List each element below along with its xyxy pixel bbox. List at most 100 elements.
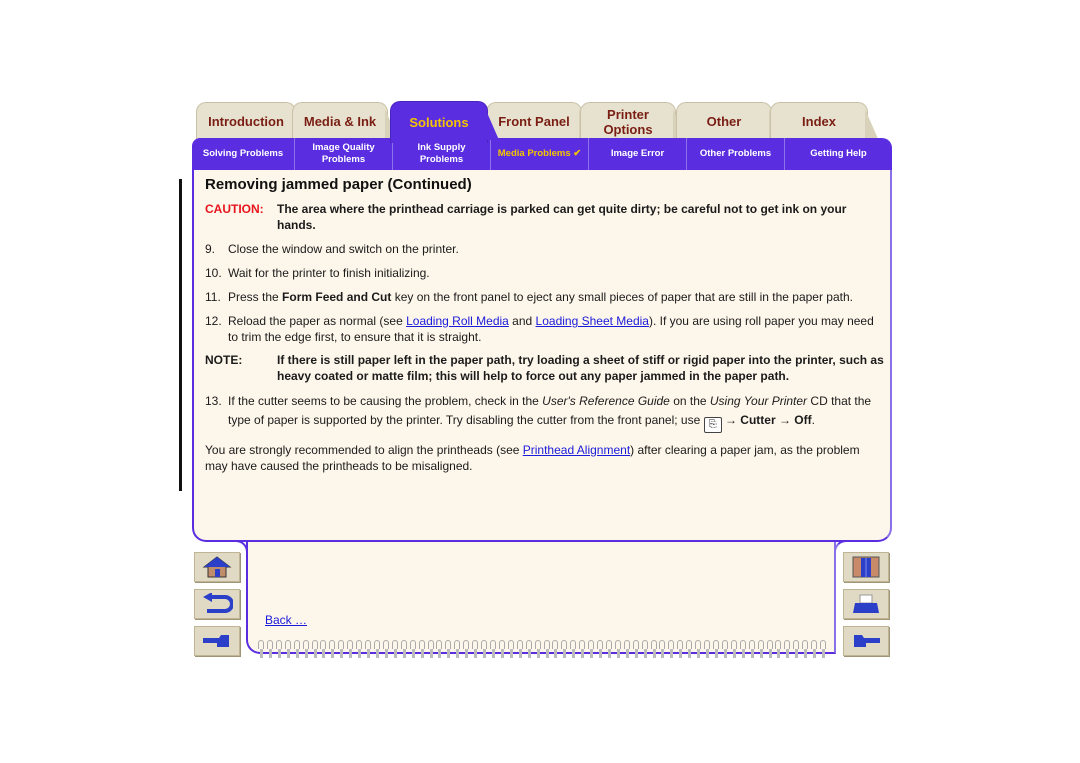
step-text: If the cutter seems to be causing the pr… [228,394,543,408]
sub-navigation: Solving Problems Image Quality Problems … [192,138,892,170]
spiral-coil [534,640,542,658]
subnav-getting-help[interactable]: Getting Help [785,138,892,170]
front-panel-icon: ⎘ [703,417,722,433]
spiral-coil [588,640,595,658]
subnav-image-error[interactable]: Image Error [589,138,687,170]
subnav-solving-problems[interactable]: Solving Problems [192,138,295,170]
spiral-coil [614,640,622,658]
step-number: 12. [205,314,222,328]
step-11: 11. Press the Form Feed and Cut key on t… [205,289,885,305]
spiral-coil [730,640,738,658]
step-text-mid: and [508,314,536,328]
subnav-other-problems[interactable]: Other Problems [687,138,785,170]
spiral-coil [668,640,675,658]
spiral-coil [275,640,283,658]
spiral-coil [757,640,765,658]
spiral-coil [516,640,524,658]
spiral-coil [427,640,435,658]
spiral-coil [454,640,461,658]
spiral-coil [659,640,666,658]
spiral-coil [302,640,310,658]
spiral-coil [552,640,559,658]
step-text: . [811,413,815,427]
tab-media-ink[interactable]: Media & Ink [292,102,399,141]
previous-page-button[interactable] [194,626,240,656]
subnav-media-problems[interactable]: Media Problems ✔ [491,138,589,170]
step-number: 10. [205,266,222,280]
print-button[interactable] [843,589,889,619]
spiral-coil [463,640,470,658]
loading-roll-media-link[interactable]: Loading Roll Media [406,314,509,328]
step-text: on the [669,394,710,408]
step-text: Close the window and switch on the print… [228,242,459,256]
tab-front-panel[interactable]: Front Panel [486,102,593,141]
tab-label: Other [706,114,742,129]
back-button[interactable] [194,589,240,619]
spiral-coil [704,640,711,658]
spiral-coil [311,640,319,658]
spiral-coil [641,640,649,658]
back-arrow-icon [203,593,233,613]
next-page-button[interactable] [843,626,889,656]
spiral-coil [391,640,399,658]
step-number: 9. [205,242,216,256]
loading-sheet-media-link[interactable]: Loading Sheet Media [536,314,649,328]
spiral-coil [329,640,336,658]
step-number: 13. [205,394,222,408]
home-icon [202,556,232,578]
spiral-coil [481,640,488,658]
spiral-coil [605,640,613,658]
note-text: If there is still paper left in the pape… [277,353,884,383]
spiral-coil [677,640,684,658]
spiral-coil [347,640,354,658]
tab-label: Printer Options [603,106,653,137]
note-block: NOTE: If there is still paper left in th… [205,352,885,384]
change-bar [179,179,182,491]
spiral-coil [436,640,443,658]
spiral-coil [793,640,800,658]
printhead-alignment-link[interactable]: Printhead Alignment [523,443,630,457]
exit-button[interactable] [843,552,889,582]
tab-label: Introduction [208,114,284,129]
spiral-coil [489,640,497,658]
arrow: → [721,413,741,427]
exit-door-icon [852,556,880,578]
para-text: You are strongly recommended to align th… [205,443,523,457]
subnav-image-quality-problems[interactable]: Image Quality Problems [295,138,393,170]
tab-label: Media & Ink [303,114,377,129]
step-13: 13. If the cutter seems to be causing th… [205,392,885,433]
spiral-binding [258,640,828,660]
step-12: 12. Reload the paper as normal (see Load… [205,313,885,345]
lower-panel [246,542,836,654]
spiral-coil [721,640,729,658]
spiral-coil [686,640,693,658]
back-link[interactable]: Back … [265,613,307,627]
tab-label: Solutions [409,115,469,130]
tab-solutions[interactable]: Solutions [390,101,499,143]
step-text-pre: Reload the paper as normal (see [228,314,407,328]
spiral-coil [579,640,586,658]
spiral-coil [409,640,417,658]
caution-text: The area where the printhead carriage is… [277,202,847,232]
spiral-coil [266,640,274,658]
spiral-coil [320,640,327,658]
spiral-coil [356,640,363,658]
home-button[interactable] [194,552,240,582]
tab-printer-options[interactable]: Printer Options [580,102,687,141]
caution-label: CAUTION: [205,202,264,216]
spiral-coil [570,640,577,658]
spiral-coil [748,640,756,658]
spiral-coil [713,640,720,658]
spiral-coil [561,640,568,658]
spiral-coil [695,640,702,658]
tab-index[interactable]: Index [770,102,879,141]
spiral-coil [543,640,551,658]
tab-other[interactable]: Other [676,102,783,141]
step-text: Wait for the printer to finish initializ… [228,266,430,280]
spiral-coil [632,640,640,658]
spiral-coil [597,640,604,658]
spiral-coil [365,640,372,658]
spiral-coil [373,640,381,658]
spiral-coil [418,640,426,658]
tab-introduction[interactable]: Introduction [196,102,307,141]
